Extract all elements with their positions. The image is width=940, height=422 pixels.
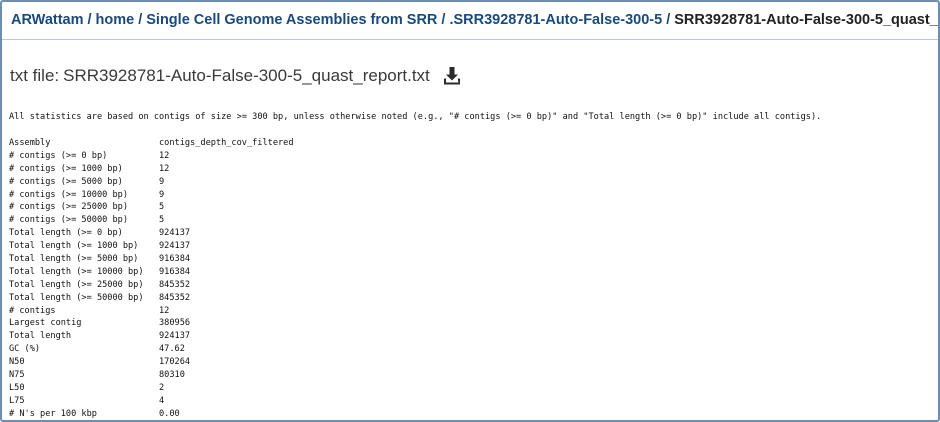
report-key: # contigs (>= 5000 bp) xyxy=(9,176,123,187)
breadcrumb-separator: / xyxy=(666,12,671,28)
report-row: L75 4 xyxy=(9,395,294,408)
report-value: 916384 xyxy=(159,266,191,277)
report-key: Total length (>= 10000 bp) xyxy=(9,266,144,277)
report-row: N75 80310 xyxy=(9,369,294,382)
report-key: # contigs (>= 0 bp) xyxy=(9,150,108,161)
report-row: # contigs (>= 1000 bp) 12 xyxy=(9,163,294,176)
report-key: Assembly xyxy=(9,138,51,148)
report-row: Total length (>= 1000 bp) 924137 xyxy=(9,240,294,253)
report-value: 9 xyxy=(159,189,165,200)
report-key: Largest contig xyxy=(9,318,82,329)
breadcrumb-separator: / xyxy=(87,12,92,28)
report-value: 924137 xyxy=(159,241,191,252)
report-value: 12 xyxy=(159,150,170,161)
breadcrumb-item-folder[interactable]: Single Cell Genome Assemblies from SRR xyxy=(146,12,437,28)
report-key: N50 xyxy=(9,357,25,368)
breadcrumb: ARWattam / home / Single Cell Genome Assembl… xyxy=(11,12,938,28)
report-key: GC (%) xyxy=(9,344,41,355)
report-row: Total length (>= 0 bp) 924137 xyxy=(9,227,294,240)
breadcrumb-current-file: SRR3928781-Auto-False-300-5_quast_report… xyxy=(674,12,938,28)
report-key: Total length (>= 25000 bp) xyxy=(9,279,144,290)
report-key: # contigs (>= 1000 bp) xyxy=(9,163,123,174)
report-value: 12 xyxy=(159,163,170,174)
header-divider xyxy=(2,39,938,40)
file-type-label: txt file: xyxy=(10,66,60,85)
report-value: 80310 xyxy=(159,370,185,381)
report-key: # contigs xyxy=(9,305,56,316)
report-value: 924137 xyxy=(159,331,191,342)
report-row: Assembly contigs_depth_cov_filtered xyxy=(9,137,294,150)
report-row: # contigs (>= 25000 bp) 5 xyxy=(9,201,294,214)
report-row: N50 170264 xyxy=(9,356,294,369)
report-value: 845352 xyxy=(159,279,191,290)
report-row: # contigs (>= 5000 bp) 9 xyxy=(9,176,294,189)
breadcrumb-item-subfolder[interactable]: .SRR3928781-Auto-False-300-5 xyxy=(449,12,662,28)
report-value: 916384 xyxy=(159,254,191,265)
breadcrumb-item-home[interactable]: home xyxy=(96,12,135,28)
report-value: 845352 xyxy=(159,292,191,303)
file-header: txt file: SRR3928781-Auto-False-300-5_qu… xyxy=(10,66,462,86)
report-value: 5 xyxy=(159,215,165,226)
quast-report: Assembly contigs_depth_cov_filtered # cont… xyxy=(9,137,294,420)
report-row: Total length (>= 25000 bp) 845352 xyxy=(9,279,294,292)
report-row: # contigs 12 xyxy=(9,305,294,318)
report-key: # contigs (>= 10000 bp) xyxy=(9,189,128,200)
report-value: 0.00 xyxy=(159,408,180,419)
report-value: 380956 xyxy=(159,318,191,329)
download-icon[interactable] xyxy=(442,66,462,86)
content-panel: ARWattam / home / Single Cell Genome Assembl… xyxy=(0,0,940,422)
report-value: 47.62 xyxy=(159,344,185,355)
report-key: Total length (>= 1000 bp) xyxy=(9,241,139,252)
report-key: # contigs (>= 25000 bp) xyxy=(9,202,128,213)
report-row: # N's per 100 kbp 0.00 xyxy=(9,408,294,420)
report-row: L50 2 xyxy=(9,382,294,395)
report-row: Total length (>= 5000 bp) 916384 xyxy=(9,253,294,266)
report-value: 2 xyxy=(159,382,165,393)
report-key: # N's per 100 kbp xyxy=(9,408,97,419)
report-key: Total length xyxy=(9,331,72,342)
report-row: # contigs (>= 50000 bp) 5 xyxy=(9,214,294,227)
report-value: 12 xyxy=(159,305,170,316)
report-key: L75 xyxy=(9,395,25,406)
report-key: Total length (>= 50000 bp) xyxy=(9,292,144,303)
report-value: 5 xyxy=(159,202,165,213)
report-row: Total length 924137 xyxy=(9,330,294,343)
report-row: # contigs (>= 0 bp) 12 xyxy=(9,150,294,163)
report-row: Total length (>= 50000 bp) 845352 xyxy=(9,292,294,305)
breadcrumb-separator: / xyxy=(138,12,143,28)
report-key: Total length (>= 0 bp) xyxy=(9,228,123,239)
file-name: SRR3928781-Auto-False-300-5_quast_report… xyxy=(63,66,430,85)
report-key: N75 xyxy=(9,370,25,381)
report-value: 924137 xyxy=(159,228,191,239)
report-row: Total length (>= 10000 bp) 916384 xyxy=(9,266,294,279)
report-value: 4 xyxy=(159,395,165,406)
report-key: Total length (>= 5000 bp) xyxy=(9,254,139,265)
report-row: # contigs (>= 10000 bp) 9 xyxy=(9,189,294,202)
report-key: L50 xyxy=(9,382,25,393)
report-value: 9 xyxy=(159,176,165,187)
breadcrumb-separator: / xyxy=(441,12,446,28)
report-value: contigs_depth_cov_filtered xyxy=(159,138,294,148)
report-key: # contigs (>= 50000 bp) xyxy=(9,215,128,226)
report-row: GC (%) 47.62 xyxy=(9,343,294,356)
report-value: 170264 xyxy=(159,357,191,368)
breadcrumb-item-user[interactable]: ARWattam xyxy=(11,12,84,28)
statistics-note: All statistics are based on contigs of s… xyxy=(9,112,822,122)
report-row: Largest contig 380956 xyxy=(9,317,294,330)
